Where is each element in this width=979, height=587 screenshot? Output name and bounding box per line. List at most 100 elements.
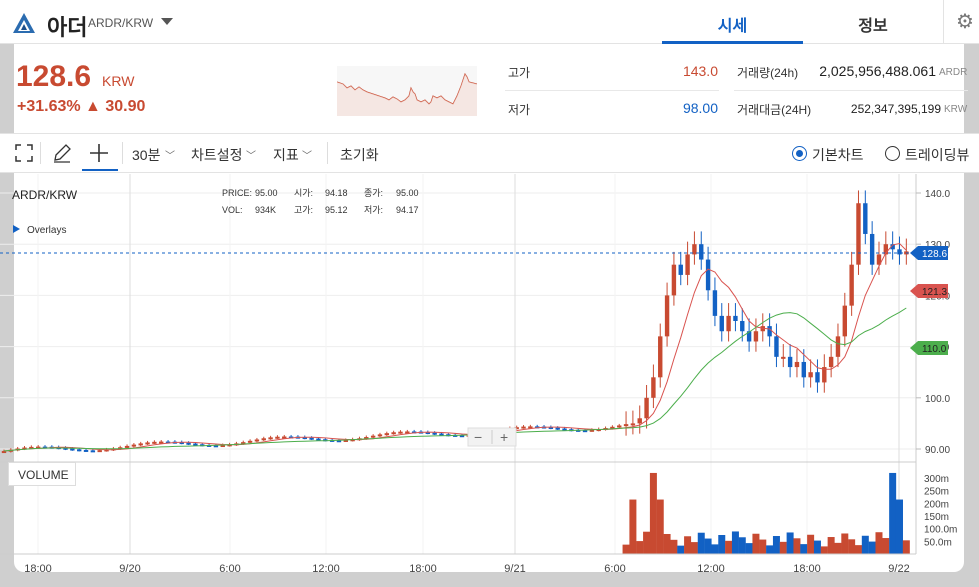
candle: [97, 450, 102, 453]
basic-chart-radio[interactable]: [792, 146, 807, 161]
candle: [138, 443, 143, 446]
volume-bar: [848, 539, 856, 554]
candle: [705, 259, 711, 291]
candle: [309, 437, 314, 440]
volume-bar: [793, 538, 801, 554]
volume-bar: [875, 532, 883, 554]
ardor-logo-icon: [13, 13, 35, 33]
volume-bars: [622, 472, 910, 554]
fullscreen-icon[interactable]: [13, 142, 35, 164]
candle: [623, 424, 629, 427]
interval-dropdown[interactable]: 30분: [132, 145, 160, 165]
candle: [733, 315, 738, 321]
volume-bar: [772, 536, 780, 554]
volume-value: 2,025,956,488.061: [819, 63, 936, 79]
ma-red-line: [3, 242, 907, 452]
header: 아더 ARDR/KRW 시세 정보 ⚙: [0, 0, 979, 44]
current-price: 128.6: [16, 60, 92, 93]
volume-bar: [854, 545, 862, 554]
volume-tick-label: 200m: [924, 499, 949, 510]
candle: [658, 336, 663, 378]
candle: [398, 431, 403, 434]
indicators-dropdown[interactable]: 지표: [273, 145, 299, 165]
candle: [828, 356, 834, 368]
active-tab-indicator: [662, 41, 803, 44]
candle: [774, 336, 779, 357]
candles: [1, 190, 909, 454]
volume-label: 거래량(24h): [737, 66, 799, 80]
chevron-down-icon[interactable]: ﹀: [165, 147, 175, 162]
info-high: 95.12: [325, 205, 348, 215]
candle: [193, 443, 198, 446]
coin-name: 아더: [47, 15, 88, 40]
ma-red-badge-text: 121.3: [922, 287, 947, 298]
candle: [432, 432, 437, 435]
time-tick-label: 6:00: [219, 563, 240, 575]
candle: [186, 442, 191, 445]
candle: [781, 356, 786, 359]
candle: [808, 372, 813, 378]
current-price-badge: 128.6: [910, 246, 948, 260]
chart-symbol: ARDR/KRW: [12, 188, 78, 202]
chevron-down-icon[interactable]: ﹀: [246, 147, 256, 162]
zoom-in-button[interactable]: +: [500, 429, 508, 445]
chevron-down-icon[interactable]: ﹀: [302, 147, 312, 162]
divider: [122, 142, 123, 164]
candle: [753, 331, 759, 342]
current-price-badge-text: 128.6: [922, 249, 947, 260]
candle: [869, 233, 875, 265]
tradingview-label[interactable]: 트레이딩뷰: [905, 145, 969, 165]
basic-chart-label[interactable]: 기본차트: [812, 145, 864, 165]
info-vol: 934K: [255, 205, 276, 215]
volume-bar: [738, 537, 746, 554]
reset-button[interactable]: 초기화: [340, 145, 379, 165]
candle: [856, 203, 861, 265]
overlays-toggle[interactable]: Overlays: [27, 225, 66, 236]
volume-bar: [677, 545, 685, 554]
low-value: 98.00: [682, 100, 718, 116]
candle: [247, 440, 253, 443]
volume-bar: [684, 536, 692, 554]
candle: [254, 439, 260, 442]
candle: [740, 321, 745, 332]
crosshair-icon[interactable]: [88, 142, 110, 164]
candle: [70, 448, 75, 451]
app-frame: 아더 ARDR/KRW 시세 정보 ⚙ 128.6 KRW +31.63% ▲ …: [0, 0, 979, 587]
candlestick-chart[interactable]: 140.0130.0120.0110.0100.090.00 300m250m2…: [0, 174, 979, 587]
candle: [835, 336, 841, 357]
candle: [152, 441, 157, 444]
time-tick-label: 12:00: [312, 563, 340, 575]
info-low-label: 저가:: [364, 205, 383, 215]
volume-bar: [745, 543, 753, 554]
gear-icon[interactable]: ⚙: [956, 12, 976, 32]
time-tick-label: 6:00: [604, 563, 625, 575]
candle: [719, 315, 724, 332]
info-open: 94.18: [325, 188, 348, 198]
volume-bar: [759, 539, 767, 554]
pencil-icon[interactable]: [51, 142, 73, 164]
volume-bar: [868, 541, 876, 554]
zoom-out-button[interactable]: −: [474, 429, 482, 445]
candle: [726, 315, 731, 332]
chart-settings-dropdown[interactable]: 차트설정: [191, 145, 243, 165]
volume-axis: 300m 250m200m 150m 100.0m50.0m: [924, 474, 957, 548]
tradingview-radio[interactable]: [885, 146, 900, 161]
high-label: 고가: [508, 66, 531, 80]
volume-bar: [889, 472, 897, 554]
volume-bar: [902, 540, 910, 554]
info-high-label: 고가:: [294, 205, 313, 215]
candle: [261, 438, 266, 441]
play-icon[interactable]: [13, 225, 20, 233]
price-tick-label: 140.0: [925, 189, 950, 200]
price-change: +31.63% ▲ 30.90: [17, 98, 146, 115]
chevron-down-icon[interactable]: [161, 18, 173, 25]
ohlc-info: PRICE: 95.00 시가: 94.18 종가: 95.00 VOL: 93…: [222, 188, 419, 215]
info-close: 95.00: [396, 188, 419, 198]
candle: [644, 397, 649, 419]
tab-info[interactable]: 정보: [803, 12, 943, 36]
time-tick-label: 12:00: [697, 563, 725, 575]
candle: [275, 436, 280, 439]
candle: [439, 433, 444, 436]
volume-bar: [690, 542, 698, 554]
tab-sise[interactable]: 시세: [662, 12, 803, 36]
